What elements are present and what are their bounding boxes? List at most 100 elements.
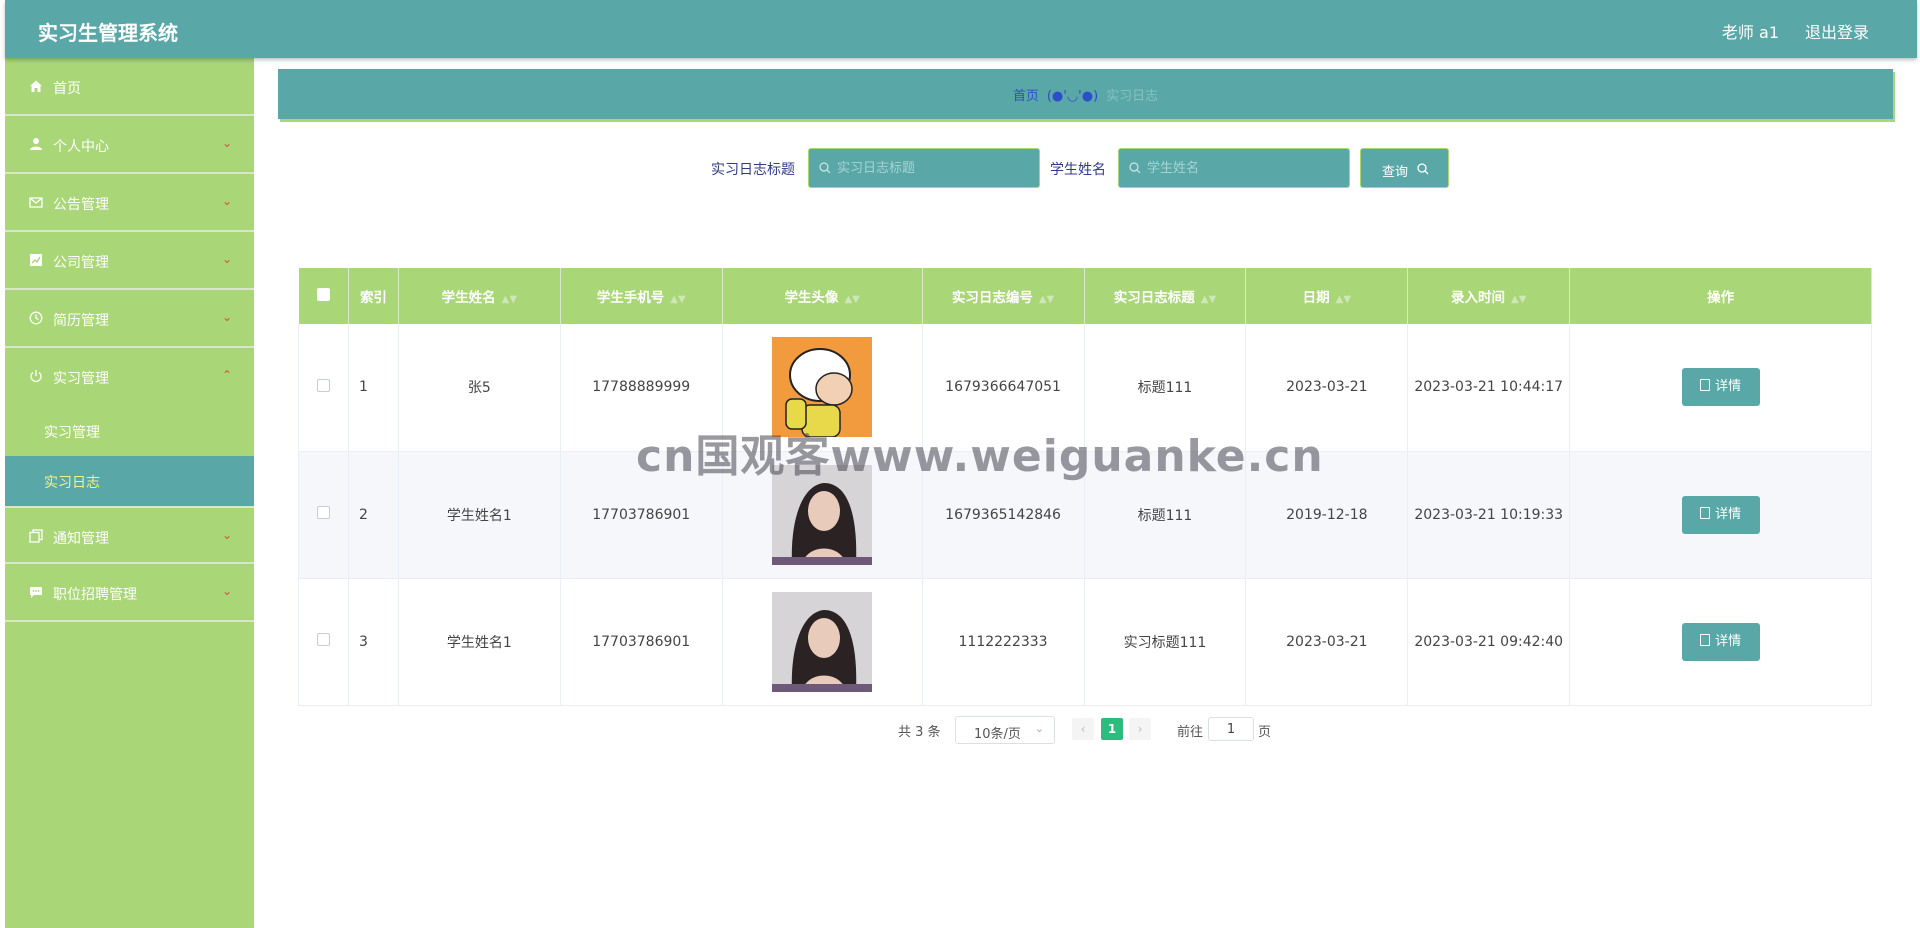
sidebar-item-label: 实习管理 [53, 371, 109, 387]
chevron-down-icon: ⌄ [1034, 722, 1044, 735]
log-title-cell: 标题111 [1084, 324, 1247, 452]
log-title-cell: 标题111 [1084, 451, 1247, 579]
student-avatar-image[interactable] [772, 591, 873, 692]
sidebar-item-notifications[interactable]: 通知管理 ⌄ [5, 506, 254, 564]
log-title-input[interactable] [837, 149, 1017, 187]
sort-icon[interactable]: ▲▼ [1511, 294, 1526, 305]
sidebar-item-announcements[interactable]: 公告管理 ⌄ [5, 174, 254, 232]
sort-icon[interactable]: ▲▼ [1336, 294, 1351, 305]
row-index: 2 [348, 451, 399, 579]
top-header: 实习生管理系统 老师 a1 退出登录 [5, 0, 1917, 58]
sidebar-item-internships[interactable]: 实习管理 ⌃ [5, 348, 254, 406]
sidebar-item-companies[interactable]: 公司管理 ⌄ [5, 232, 254, 290]
breadcrumb-bar: 首页 (●'◡'●) 实习日志 [278, 69, 1893, 119]
student-name-input[interactable] [1147, 149, 1327, 187]
log-number-cell: 1112222333 [922, 578, 1085, 706]
student-name-search-field[interactable] [1118, 148, 1350, 188]
page-size-value: 10条/页 [974, 727, 1021, 742]
breadcrumb-separator: (●'◡'●) [1046, 89, 1099, 104]
total-count: 共 3 条 [898, 725, 941, 740]
row-checkbox[interactable] [316, 506, 330, 519]
sidebar-item-recruitment[interactable]: 职位招聘管理 ⌄ [5, 564, 254, 622]
sidebar-item-label: 简历管理 [53, 313, 109, 329]
search-icon [819, 162, 831, 174]
breadcrumb: 首页 (●'◡'●) 实习日志 [278, 85, 1893, 104]
chevron-down-icon: ⌄ [221, 252, 232, 266]
user-icon [30, 138, 42, 150]
created-time-cell: 2023-03-21 10:44:17 [1407, 324, 1571, 452]
query-button[interactable]: 查询 [1360, 148, 1449, 188]
goto-unit: 页 [1258, 725, 1272, 740]
sidebar-subitem-internship-manage[interactable]: 实习管理 [5, 406, 254, 456]
student-name-cell: 张5 [398, 324, 561, 452]
column-header[interactable]: 日期 ▲▼ [1245, 268, 1409, 324]
search-icon [1129, 162, 1141, 174]
date-cell: 2019-12-18 [1245, 451, 1409, 579]
row-checkbox[interactable] [316, 633, 330, 646]
detail-button[interactable]: 详情 [1681, 622, 1760, 661]
column-header[interactable]: 实习日志标题 ▲▼ [1084, 268, 1247, 324]
detail-button[interactable]: 详情 [1681, 495, 1760, 534]
logout-link[interactable]: 退出登录 [1805, 19, 1869, 43]
student-name-cell: 学生姓名1 [398, 451, 561, 579]
table-header-row: 索引 学生姓名 ▲▼ 学生手机号 ▲▼ 学生头像 ▲▼ 实习日志编号 ▲▼ 实习日志标题… [298, 268, 1872, 324]
breadcrumb-home[interactable]: 首页 [1013, 89, 1039, 104]
column-header[interactable]: 录入时间 ▲▼ [1407, 268, 1571, 324]
log-title-search-field[interactable] [808, 148, 1040, 188]
column-header[interactable]: 学生姓名 ▲▼ [398, 268, 561, 324]
sidebar-item-resumes[interactable]: 简历管理 ⌄ [5, 290, 254, 348]
log-number-cell: 1679365142846 [922, 451, 1085, 579]
next-page-button[interactable]: › [1129, 718, 1151, 740]
mail-icon [29, 197, 43, 208]
goto-page-input[interactable] [1208, 717, 1254, 741]
select-all-checkbox[interactable] [316, 287, 330, 301]
row-index: 1 [348, 324, 399, 452]
sidebar-subitem-label: 实习日志 [44, 475, 100, 491]
sort-icon[interactable]: ▲▼ [502, 294, 517, 305]
student-phone-cell: 17703786901 [560, 578, 723, 706]
sort-icon[interactable]: ▲▼ [670, 294, 685, 305]
sort-icon[interactable]: ▲▼ [1201, 294, 1216, 305]
log-title-label: 实习日志标题 [711, 162, 795, 178]
student-phone-cell: 17788889999 [560, 324, 723, 452]
sidebar-item-label: 公司管理 [53, 255, 109, 271]
chevron-down-icon: ⌄ [221, 528, 232, 542]
row-checkbox[interactable] [316, 378, 330, 392]
student-name-label: 学生姓名 [1050, 162, 1106, 178]
log-title-cell: 实习标题111 [1084, 578, 1247, 706]
log-number-cell: 1679366647051 [922, 324, 1085, 452]
student-avatar-image[interactable] [772, 464, 873, 565]
sidebar-item-label: 个人中心 [53, 139, 109, 155]
table-row: 2 学生姓名1 17703786901 1679365142846 标题111 … [298, 451, 1872, 579]
page-number-current[interactable]: 1 [1101, 718, 1123, 740]
column-header[interactable]: 实习日志编号 ▲▼ [922, 268, 1085, 324]
search-icon [1417, 163, 1429, 175]
query-button-label: 查询 [1382, 165, 1409, 180]
sidebar-subitem-label: 实习管理 [44, 425, 100, 441]
sidebar-subitem-internship-log[interactable]: 实习日志 [5, 456, 254, 506]
student-avatar-image[interactable] [772, 337, 873, 438]
sort-icon[interactable]: ▲▼ [844, 294, 859, 305]
table-row: 1 张5 17788889999 1679366647051 标题111 202… [298, 324, 1872, 452]
internship-log-table: 索引 学生姓名 ▲▼ 学生手机号 ▲▼ 学生头像 ▲▼ 实习日志编号 ▲▼ 实习日志标题… [298, 268, 1872, 706]
breadcrumb-current: 实习日志 [1106, 89, 1159, 104]
sort-icon[interactable]: ▲▼ [1039, 294, 1054, 305]
prev-page-button[interactable]: ‹ [1072, 718, 1094, 740]
column-header[interactable]: 学生手机号 ▲▼ [560, 268, 723, 324]
page-size-select[interactable]: 10条/页 ⌄ [955, 716, 1055, 744]
chevron-down-icon: ⌄ [221, 584, 232, 598]
document-icon [1700, 633, 1711, 646]
chevron-down-icon: ⌄ [221, 136, 232, 150]
sidebar-item-label: 公告管理 [53, 197, 109, 213]
sidebar-item-home[interactable]: 首页 [5, 58, 254, 116]
pagination: 共 3 条 10条/页 ⌄ ‹ 1 › 前往 页 [0, 716, 1920, 746]
sidebar-item-personal-center[interactable]: 个人中心 ⌄ [5, 116, 254, 174]
column-header[interactable]: 学生头像 ▲▼ [722, 268, 923, 324]
message-icon [30, 587, 42, 598]
chevron-down-icon: ⌄ [221, 194, 232, 208]
student-phone-cell: 17703786901 [560, 451, 723, 579]
app-title: 实习生管理系统 [38, 21, 178, 45]
sidebar: 首页 个人中心 ⌄ 公告管理 ⌄ 公司管理 ⌄ 简历管理 ⌄ 实习管理 ⌃ 实习… [5, 58, 254, 928]
sidebar-item-label: 首页 [53, 81, 81, 97]
detail-button[interactable]: 详情 [1681, 368, 1760, 407]
